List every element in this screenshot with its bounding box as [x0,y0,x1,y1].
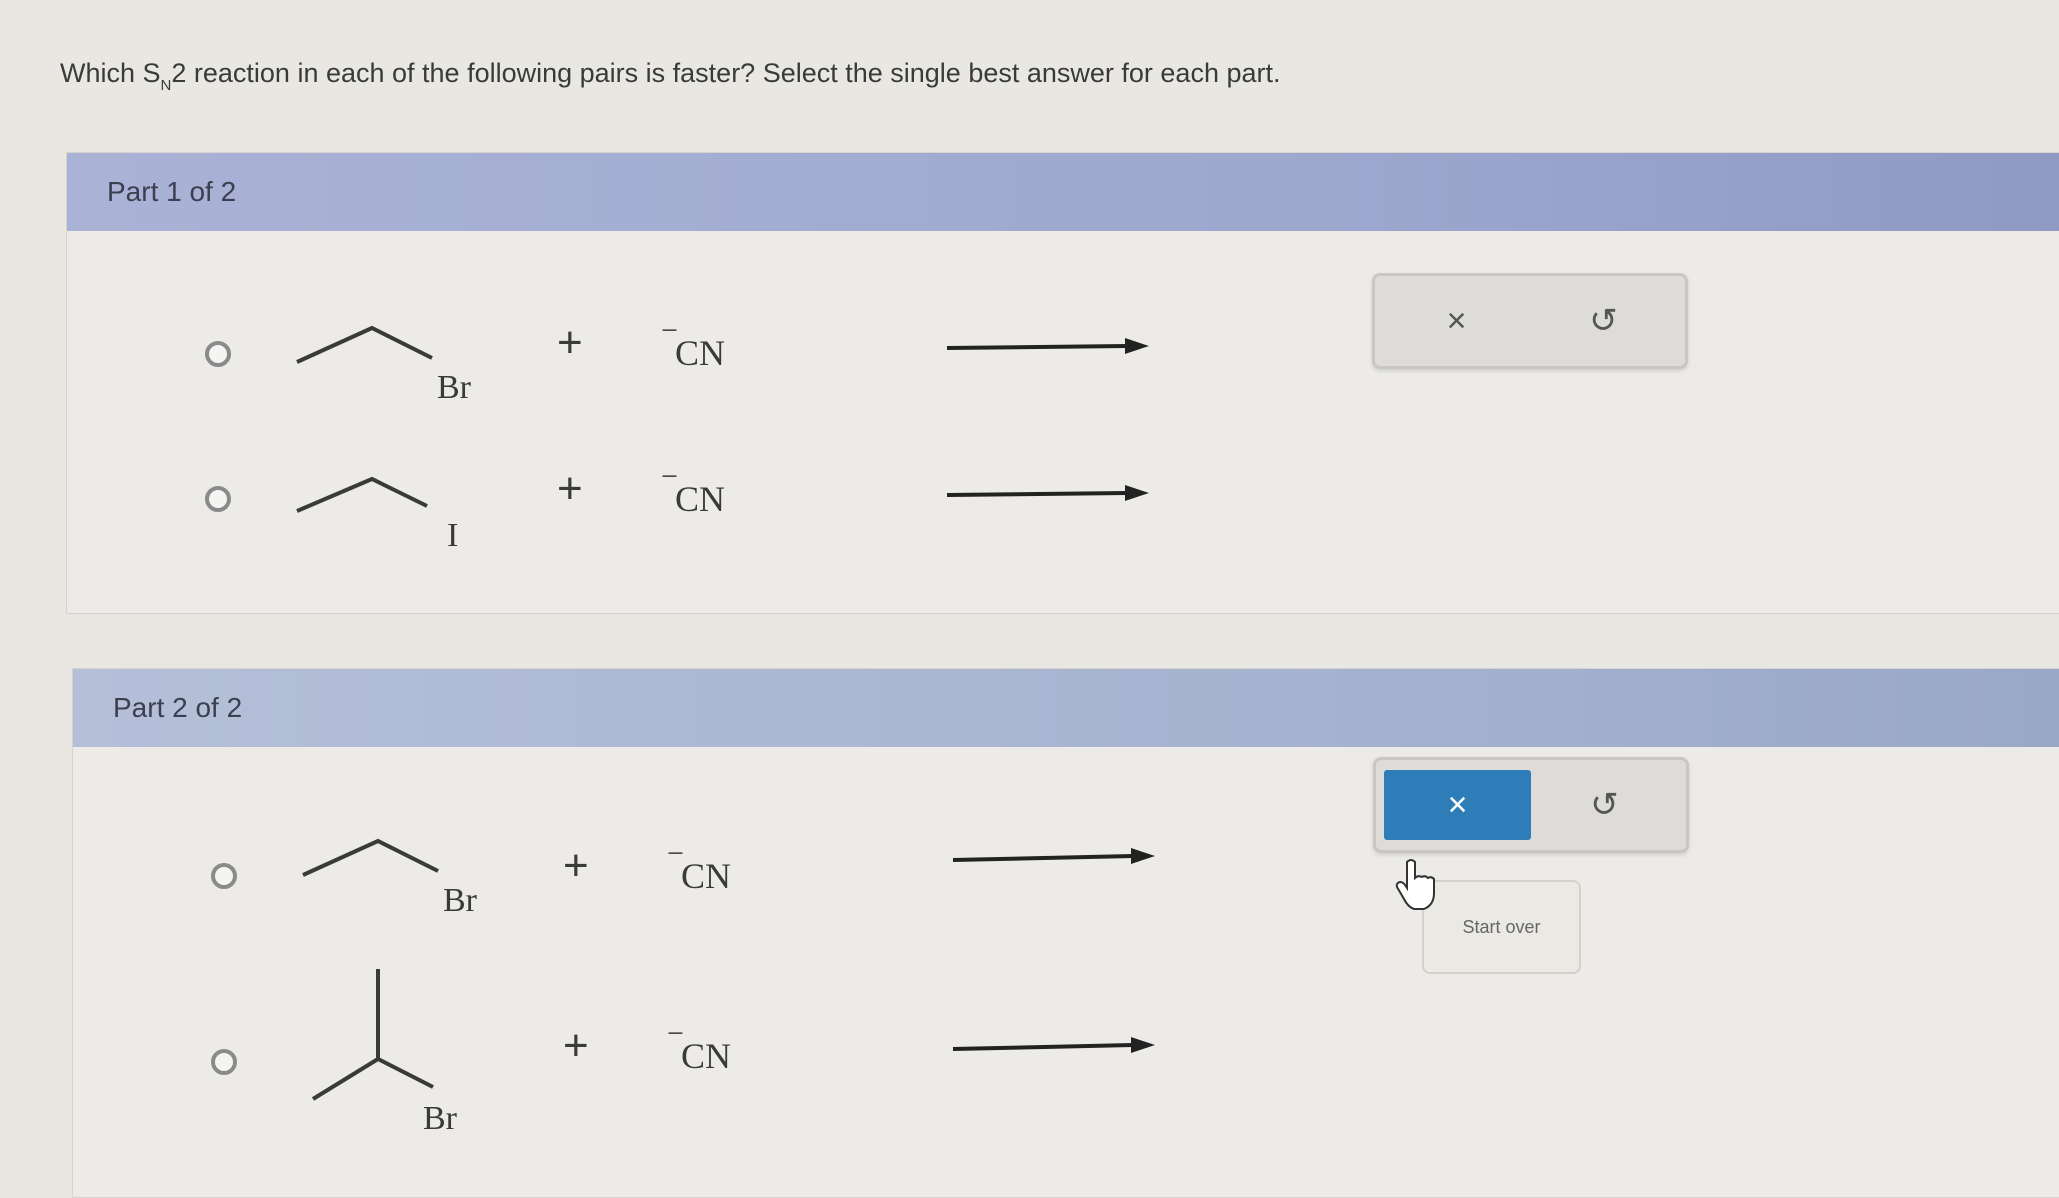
part-2-panel: Part 2 of 2 Br + − CN Br + − CN × ↺ [72,668,2059,1198]
clear-button[interactable]: × [1383,286,1530,356]
part-1-panel: Part 1 of 2 Br + − CN I + − CN × ↺ [66,152,2059,614]
charge-label: − [661,460,678,493]
part-1-option-1[interactable]: Br + − CN [67,268,1267,406]
plus-sign: + [557,318,583,367]
plus-sign: + [557,464,583,513]
undo-button[interactable]: ↺ [1531,770,1678,840]
radio-button[interactable] [205,341,231,367]
halogen-label: Br [443,882,478,919]
clear-button[interactable]: × [1384,770,1531,840]
reagent-text: CN [675,333,726,373]
undo-icon: ↺ [1590,786,1619,824]
part-2-option-1[interactable]: Br + − CN [73,779,1273,919]
reaction-arrow [946,485,1149,501]
charge-label: − [667,837,684,870]
molecule-propyl-bromide: Br [302,838,478,919]
reagent-label: − CN [661,314,726,374]
part-1-option-2[interactable]: I + − CN [67,418,1267,554]
molecule-propyl-bromide: Br [296,325,472,406]
question-text: Which SN2 reaction in each of the follow… [60,58,1280,94]
part-2-header: Part 2 of 2 [73,669,2059,747]
reagent-text: CN [681,856,732,896]
question-prefix: Which S [60,58,161,88]
close-icon: × [1447,785,1468,824]
halogen-label: Br [437,369,472,406]
reagent-label: − CN [661,460,726,520]
question-suffix: 2 reaction in each of the following pair… [171,58,1281,88]
radio-button[interactable] [211,1049,237,1075]
answer-toolbar: × ↺ [1372,273,1688,369]
part-1-header: Part 1 of 2 [67,153,2059,231]
halogen-label: Br [423,1100,458,1137]
radio-button[interactable] [205,486,231,512]
plus-sign: + [563,1021,589,1070]
reaction-arrow [952,848,1155,864]
reagent-label: − CN [667,837,732,897]
reaction-arrow [952,1037,1155,1053]
charge-label: − [661,314,678,347]
hand-cursor-icon [1395,859,1435,910]
molecule-propyl-iodide: I [296,476,458,554]
close-icon: × [1446,301,1467,340]
charge-label: − [667,1017,684,1050]
question-subscript: N [160,77,172,94]
reagent-label: − CN [667,1017,732,1077]
start-over-tooltip: Start over [1422,880,1581,974]
part-2-option-2[interactable]: Br + − CN [73,969,1273,1139]
plus-sign: + [563,841,589,890]
molecule-isopropyl-bromide: Br [311,969,458,1137]
undo-button[interactable]: ↺ [1530,286,1677,356]
reagent-text: CN [675,479,726,519]
halogen-label: I [447,517,458,554]
reaction-arrow [946,338,1149,354]
reagent-text: CN [681,1036,732,1076]
radio-button[interactable] [211,863,237,889]
undo-icon: ↺ [1589,302,1618,340]
answer-toolbar: × ↺ [1373,757,1689,853]
